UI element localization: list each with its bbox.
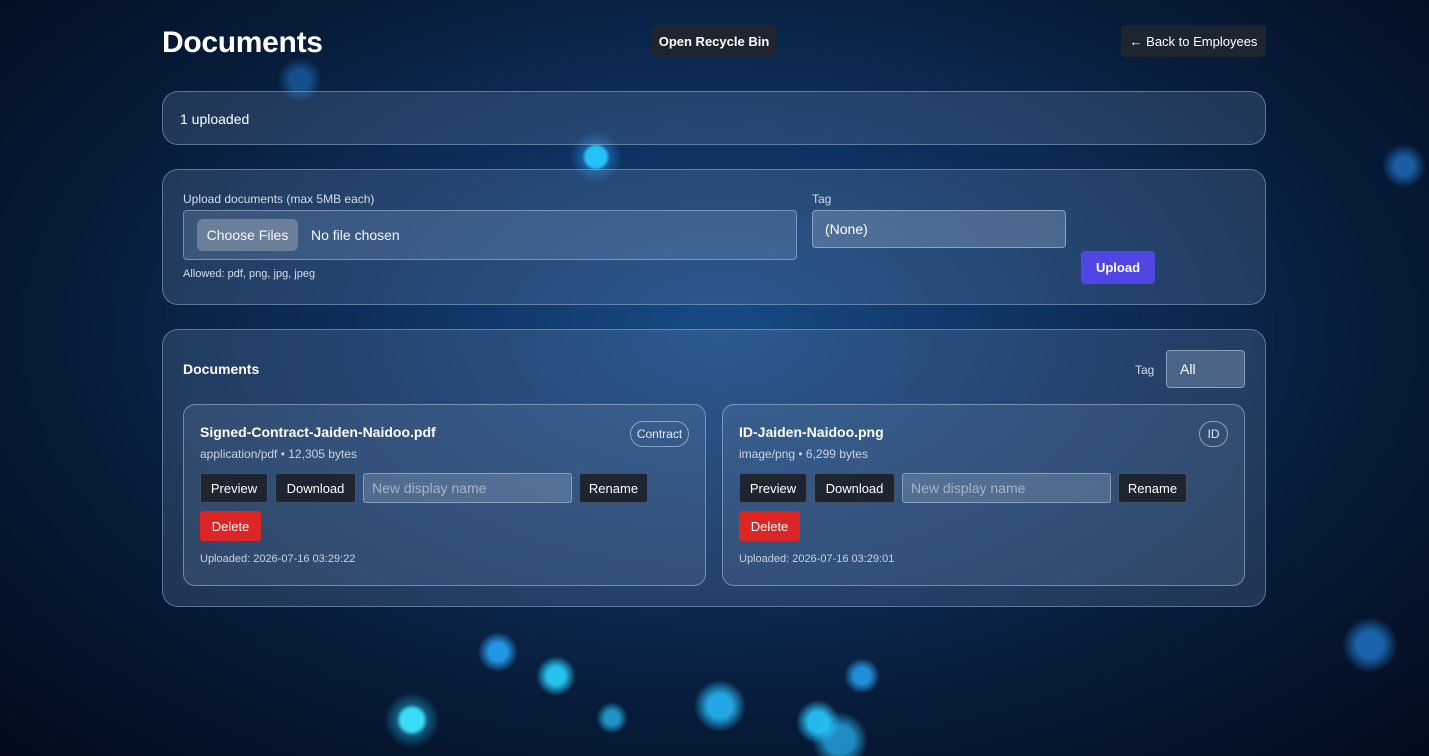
download-button[interactable]: Download — [275, 473, 356, 503]
delete-button[interactable]: Delete — [200, 511, 261, 541]
download-button[interactable]: Download — [814, 473, 895, 503]
back-to-employees-button[interactable]: ← Back to Employees — [1121, 25, 1266, 57]
open-recycle-bin-button[interactable]: Open Recycle Bin — [651, 25, 777, 57]
file-input[interactable]: Choose Files No file chosen — [183, 210, 797, 260]
rename-button[interactable]: Rename — [579, 473, 648, 503]
upload-panel: Upload documents (max 5MB each) Choose F… — [162, 169, 1266, 305]
rename-button[interactable]: Rename — [1118, 473, 1187, 503]
tag-filter-label: Tag — [1135, 363, 1155, 377]
allowed-types-hint: Allowed: pdf, png, jpg, jpeg — [183, 268, 316, 280]
tag-select[interactable]: (None) — [812, 210, 1066, 248]
choose-files-button[interactable]: Choose Files — [197, 219, 298, 251]
no-file-text: No file chosen — [311, 227, 400, 243]
document-card: ID-Jaiden-Naidoo.png image/png • 6,299 b… — [722, 404, 1245, 586]
upload-label: Upload documents (max 5MB each) — [183, 192, 375, 206]
page-title: Documents — [162, 26, 323, 59]
page-header: Documents Open Recycle Bin ← Back to Emp… — [162, 0, 1266, 80]
preview-button[interactable]: Preview — [739, 473, 807, 503]
documents-panel: Documents Tag All Signed-Contract-Jaiden… — [162, 329, 1266, 607]
display-name-input[interactable] — [902, 473, 1111, 503]
document-card: Signed-Contract-Jaiden-Naidoo.pdf applic… — [183, 404, 706, 586]
status-panel: 1 uploaded — [162, 91, 1266, 145]
document-meta: application/pdf • 12,305 bytes — [200, 447, 357, 461]
document-name: Signed-Contract-Jaiden-Naidoo.pdf — [200, 424, 436, 440]
document-tag-badge: Contract — [630, 421, 689, 447]
uploaded-timestamp: Uploaded: 2026-07-16 03:29:01 — [739, 553, 895, 565]
document-tag-badge: ID — [1199, 421, 1228, 447]
documents-section-title: Documents — [183, 361, 260, 377]
upload-status-text: 1 uploaded — [180, 111, 250, 127]
delete-button[interactable]: Delete — [739, 511, 800, 541]
page-container: Documents Open Recycle Bin ← Back to Emp… — [162, 0, 1266, 756]
tag-label: Tag — [812, 192, 832, 206]
uploaded-timestamp: Uploaded: 2026-07-16 03:29:22 — [200, 553, 356, 565]
display-name-input[interactable] — [363, 473, 572, 503]
preview-button[interactable]: Preview — [200, 473, 268, 503]
tag-filter-select[interactable]: All — [1166, 350, 1245, 388]
document-meta: image/png • 6,299 bytes — [739, 447, 868, 461]
document-name: ID-Jaiden-Naidoo.png — [739, 424, 884, 440]
upload-button[interactable]: Upload — [1081, 251, 1155, 284]
